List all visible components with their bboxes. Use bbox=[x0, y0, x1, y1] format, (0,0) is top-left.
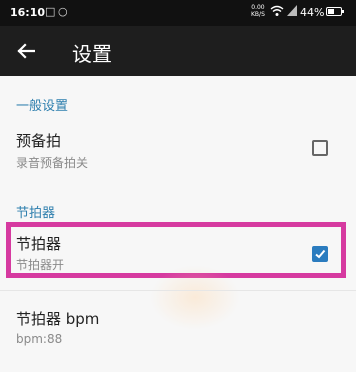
pref-title: 节拍器 bbox=[16, 235, 62, 253]
pref-title: 节拍器 bpm bbox=[16, 310, 100, 328]
back-button[interactable] bbox=[12, 38, 40, 64]
pref-row-metronome[interactable]: 节拍器 节拍器开 bbox=[0, 225, 356, 277]
page-title: 设置 bbox=[72, 42, 112, 66]
section-header-general: 一般设置 bbox=[16, 99, 69, 114]
section-header-metronome: 节拍器 bbox=[16, 206, 56, 221]
arrow-left-icon bbox=[17, 43, 35, 59]
wifi-icon bbox=[270, 5, 284, 20]
status-time: 16:10 bbox=[10, 6, 46, 19]
pref-summary: 录音预备拍关 bbox=[16, 156, 89, 170]
check-icon bbox=[315, 249, 326, 259]
network-speed-unit: KB/S bbox=[251, 11, 265, 18]
status-bar: 16:10 □ ○ 0.00 KB/S 44% bbox=[0, 0, 356, 26]
network-speed-value: 0.00 bbox=[251, 4, 265, 11]
count-in-checkbox[interactable] bbox=[312, 140, 328, 156]
signal-icon bbox=[287, 5, 297, 19]
app-bar: 设置 bbox=[0, 26, 356, 76]
divider bbox=[0, 290, 356, 291]
battery-percentage: 44% bbox=[300, 6, 325, 19]
pref-row-count-in[interactable]: 预备拍 录音预备拍关 bbox=[0, 120, 356, 180]
lock-icon: □ bbox=[45, 5, 56, 18]
notification-icon: ○ bbox=[58, 5, 68, 18]
pref-summary: 节拍器开 bbox=[16, 258, 65, 272]
pref-summary: bpm:88 bbox=[16, 332, 63, 346]
network-speed: 0.00 KB/S bbox=[251, 4, 265, 18]
pref-title: 预备拍 bbox=[16, 132, 62, 150]
metronome-checkbox[interactable] bbox=[312, 246, 328, 262]
pref-row-metronome-bpm[interactable]: 节拍器 bpm bpm:88 bbox=[0, 298, 356, 358]
battery-icon bbox=[326, 7, 344, 16]
